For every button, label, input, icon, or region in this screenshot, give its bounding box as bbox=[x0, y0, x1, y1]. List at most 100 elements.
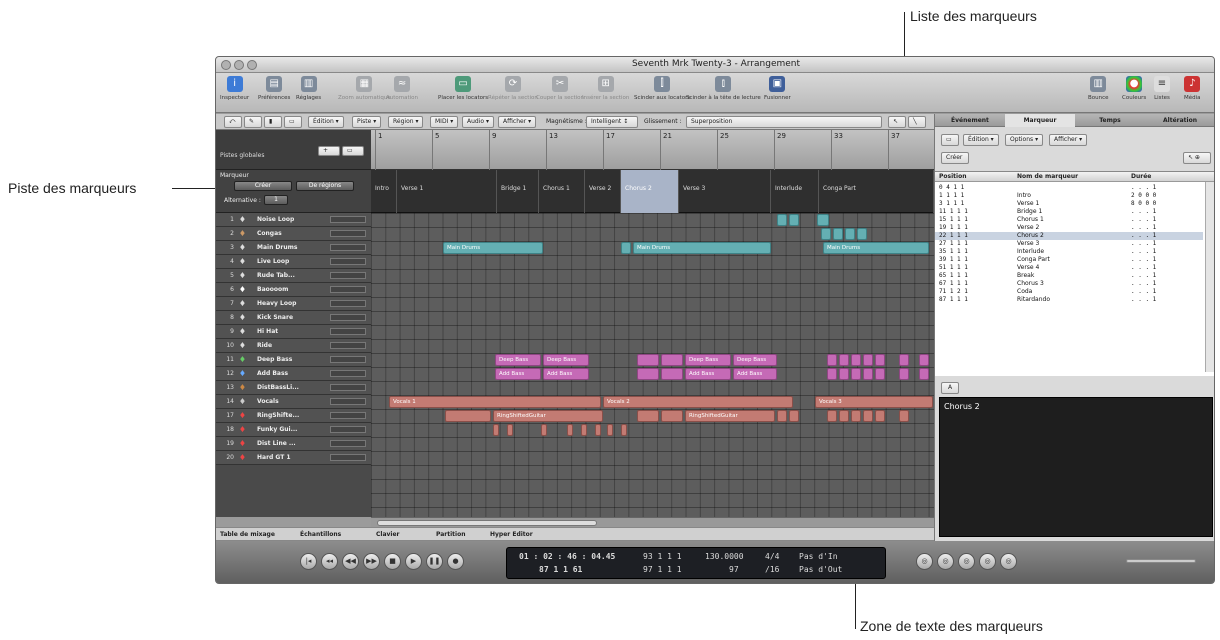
marker-list-row[interactable]: 51 1 1 1 Verse 4 . . . 1 bbox=[935, 264, 1203, 272]
track-row[interactable]: 4 ♦ Live Loop bbox=[216, 255, 371, 269]
track-buttons[interactable] bbox=[330, 300, 366, 307]
track-row[interactable]: 6 ♦ Baoooom bbox=[216, 283, 371, 297]
region[interactable] bbox=[899, 354, 909, 366]
region[interactable] bbox=[821, 228, 831, 240]
split-playhead-button[interactable]: ⫾ Scinder à la tête de lecture bbox=[686, 76, 761, 101]
region[interactable] bbox=[607, 424, 613, 436]
marker-list-row[interactable]: 3 1 1 1 Verse 1 8 0 0 0 bbox=[935, 200, 1203, 208]
marker-list-row[interactable]: 1 1 1 1 Intro 2 0 0 0 bbox=[935, 192, 1203, 200]
view-tool-button[interactable]: ▭ bbox=[284, 116, 302, 128]
snap-select[interactable]: Intelligent ↕ bbox=[586, 116, 638, 128]
record-button[interactable]: ● bbox=[447, 553, 464, 570]
region[interactable] bbox=[661, 410, 683, 422]
region-grid[interactable]: Main Drums Main Drums Main Drums Deep Bass D… bbox=[371, 213, 934, 517]
edit-menu[interactable]: Édition ▾ bbox=[308, 116, 344, 128]
region[interactable] bbox=[637, 354, 659, 366]
track-buttons[interactable] bbox=[330, 230, 366, 237]
track-row[interactable]: 10 ♦ Ride bbox=[216, 339, 371, 353]
solo-button[interactable]: ◎ bbox=[979, 553, 996, 570]
marker-list-row[interactable]: 67 1 1 1 Chorus 3 . . . 1 bbox=[935, 280, 1203, 288]
stop-button[interactable]: ■ bbox=[384, 553, 401, 570]
tab-samples[interactable]: Échantillons bbox=[300, 531, 341, 538]
insert-section-button[interactable]: ⊞ Insérer la section bbox=[582, 76, 629, 101]
track-row[interactable]: 14 ♦ Vocals bbox=[216, 395, 371, 409]
region[interactable] bbox=[661, 368, 683, 380]
region-menu[interactable]: Région ▾ bbox=[388, 116, 424, 128]
pencil-tool-button[interactable]: ✎ bbox=[244, 116, 262, 128]
automation-button[interactable]: ≈ Automation bbox=[386, 76, 418, 101]
rewind-button[interactable]: ◀◀ bbox=[342, 553, 359, 570]
marker-options-menu[interactable]: Options ▾ bbox=[1005, 134, 1044, 146]
marker-lane[interactable]: Intro Verse 1 Bridge 1 Chorus 1 Verse 2 Choru… bbox=[371, 170, 934, 213]
region[interactable] bbox=[845, 228, 855, 240]
region[interactable] bbox=[899, 368, 909, 380]
add-track-button[interactable]: + bbox=[318, 146, 340, 156]
fast-forward-button[interactable]: ▶▶ bbox=[363, 553, 380, 570]
region[interactable] bbox=[919, 354, 929, 366]
region[interactable] bbox=[595, 424, 601, 436]
region[interactable]: Deep Bass bbox=[495, 354, 541, 366]
track-buttons[interactable] bbox=[330, 426, 366, 433]
sync-button[interactable]: ◎ bbox=[1000, 553, 1017, 570]
region[interactable] bbox=[777, 214, 787, 226]
region[interactable] bbox=[827, 354, 837, 366]
track-buttons[interactable] bbox=[330, 342, 366, 349]
region[interactable] bbox=[789, 410, 799, 422]
region[interactable] bbox=[851, 368, 861, 380]
track-buttons[interactable] bbox=[330, 244, 366, 251]
region[interactable] bbox=[827, 368, 837, 380]
horizontal-scroll-thumb[interactable] bbox=[377, 520, 597, 526]
track-row[interactable]: 8 ♦ Kick Snare bbox=[216, 311, 371, 325]
marker-segment[interactable]: Chorus 2 bbox=[621, 170, 679, 213]
tab-keyboard[interactable]: Clavier bbox=[376, 531, 400, 538]
marker-segment[interactable]: Interlude bbox=[771, 170, 819, 213]
marker-list-scrollbar[interactable] bbox=[1205, 182, 1214, 372]
marker-create-button[interactable]: Créer bbox=[234, 181, 292, 191]
midi-menu[interactable]: MIDI ▾ bbox=[430, 116, 459, 128]
track-row[interactable]: 9 ♦ Hi Hat bbox=[216, 325, 371, 339]
region[interactable] bbox=[445, 410, 491, 422]
region[interactable] bbox=[621, 424, 627, 436]
region[interactable]: Add Bass bbox=[733, 368, 777, 380]
marker-list-row[interactable]: 19 1 1 1 Verse 2 . . . 1 bbox=[935, 224, 1203, 232]
marker-segment[interactable]: Bridge 1 bbox=[497, 170, 539, 213]
tab-marker[interactable]: Marqueur bbox=[1005, 114, 1075, 127]
view-menu[interactable]: Afficher ▾ bbox=[498, 116, 537, 128]
track-buttons[interactable] bbox=[330, 398, 366, 405]
region[interactable]: RingShiftedGuitar bbox=[685, 410, 775, 422]
track-menu[interactable]: Piste ▾ bbox=[352, 116, 382, 128]
split-locators-button[interactable]: ⫿ Scinder aux locators bbox=[634, 76, 690, 101]
replace-button[interactable]: ◎ bbox=[958, 553, 975, 570]
track-row[interactable]: 7 ♦ Heavy Loop bbox=[216, 297, 371, 311]
marker-segment[interactable]: Verse 1 bbox=[397, 170, 497, 213]
track-buttons[interactable] bbox=[330, 216, 366, 223]
region[interactable] bbox=[567, 424, 573, 436]
track-buttons[interactable] bbox=[330, 356, 366, 363]
track-row[interactable]: 3 ♦ Main Drums bbox=[216, 241, 371, 255]
region[interactable]: Deep Bass bbox=[733, 354, 777, 366]
track-buttons[interactable] bbox=[330, 314, 366, 321]
marker-list-row[interactable]: 22 1 1 1 Chorus 2 . . . 1 bbox=[935, 232, 1203, 240]
region[interactable]: Add Bass bbox=[685, 368, 731, 380]
tab-hyper-editor[interactable]: Hyper Editor bbox=[490, 531, 533, 538]
region[interactable] bbox=[839, 368, 849, 380]
merge-button[interactable]: ▣ Fusionner bbox=[764, 76, 791, 101]
region[interactable] bbox=[857, 228, 867, 240]
track-buttons[interactable] bbox=[330, 454, 366, 461]
marker-list-row[interactable]: 11 1 1 1 Bridge 1 . . . 1 bbox=[935, 208, 1203, 216]
marker-list-row[interactable]: 65 1 1 1 Break . . . 1 bbox=[935, 272, 1203, 280]
marker-list-row[interactable]: 71 1 2 1 Coda . . . 1 bbox=[935, 288, 1203, 296]
track-buttons[interactable] bbox=[330, 286, 366, 293]
track-row[interactable]: 5 ♦ Rude Tab... bbox=[216, 269, 371, 283]
track-buttons[interactable] bbox=[330, 440, 366, 447]
track-row[interactable]: 1 ♦ Noise Loop bbox=[216, 213, 371, 227]
region[interactable] bbox=[827, 410, 837, 422]
region[interactable] bbox=[863, 354, 873, 366]
tab-event[interactable]: Événement bbox=[935, 114, 1005, 127]
region[interactable] bbox=[863, 410, 873, 422]
region[interactable] bbox=[507, 424, 513, 436]
marker-segment[interactable]: Intro bbox=[371, 170, 397, 213]
media-button[interactable]: ♪ Média bbox=[1184, 76, 1201, 101]
region[interactable] bbox=[875, 368, 885, 380]
marker-list-row[interactable]: 87 1 1 1 Ritardando . . . 1 bbox=[935, 296, 1203, 304]
